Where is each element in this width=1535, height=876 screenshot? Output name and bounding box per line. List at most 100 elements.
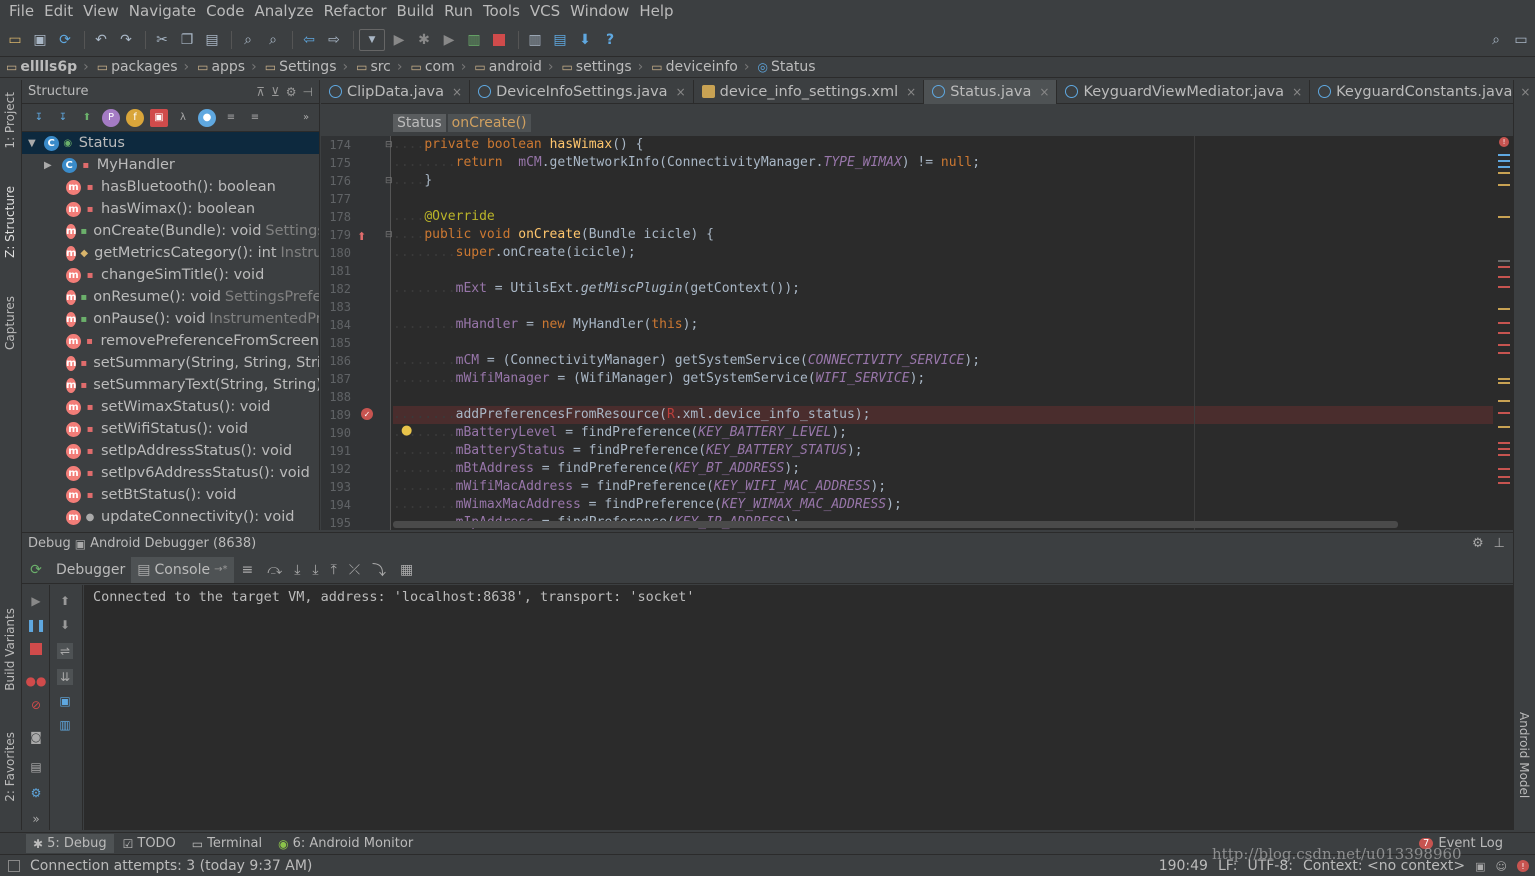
tree-item[interactable]: m ▪ onResume(): void SettingsPrefer [22, 286, 319, 308]
sort-alpha-icon[interactable]: ↧ [54, 109, 72, 127]
resume-icon[interactable]: ▶ [28, 593, 44, 609]
console-output[interactable]: Connected to the target VM, address: 'lo… [84, 585, 1513, 830]
force-step-into-icon[interactable]: ⤓ [312, 562, 318, 578]
autoscroll-to-source-icon[interactable]: ≡ [222, 109, 240, 127]
tree-item[interactable]: m ▪ hasWimax(): boolean [22, 198, 319, 220]
build-variants-tool-tab[interactable]: Build Variants [3, 608, 17, 691]
code-line[interactable]: ........mWifiMacAddress = findPreference… [393, 478, 1493, 496]
show-fields-icon[interactable]: f [126, 108, 144, 127]
close-icon[interactable]: × [1292, 85, 1302, 99]
print-icon[interactable]: ▣ [57, 693, 73, 709]
redo-icon[interactable]: ↷ [115, 29, 137, 51]
close-icon[interactable]: × [452, 85, 462, 99]
drop-frame-icon[interactable]: ⤫ [349, 562, 360, 578]
menu-vcs[interactable]: VCS [525, 2, 565, 20]
intention-bulb-icon[interactable]: ● [401, 423, 412, 438]
status-message[interactable]: Connection attempts: 3 (today 9:37 AM) [30, 858, 312, 874]
code-line[interactable] [393, 388, 1493, 406]
code-line[interactable]: ........mHandler = new MyHandler(this); [393, 316, 1493, 334]
view-breakpoints-icon[interactable]: ●● [26, 673, 47, 689]
coverage-icon[interactable]: ▶ [438, 29, 460, 51]
bottom-tab[interactable]: ☑ TODO [116, 834, 183, 853]
error-indicator-icon[interactable]: ! [1499, 137, 1509, 147]
error-stripe-mark[interactable] [1498, 216, 1510, 218]
forward-icon[interactable]: ⇨ [323, 29, 345, 51]
error-stripe-mark[interactable] [1498, 448, 1510, 450]
code-line[interactable]: ........mBatteryLevel = findPreference(K… [393, 424, 1493, 442]
tree-item[interactable]: m ▪ hasBluetooth(): boolean [22, 176, 319, 198]
group-inherited-icon[interactable]: ⬆ [78, 109, 96, 127]
code-line[interactable]: ........addPreferencesFromResource(R.xml… [393, 406, 1493, 424]
menu-help[interactable]: Help [634, 2, 678, 20]
evaluate-icon[interactable]: ▦ [400, 562, 413, 578]
sync-icon[interactable]: ⟳ [54, 29, 76, 51]
breadcrumb-item[interactable]: ▭ settings › [561, 59, 643, 75]
tree-item[interactable]: m ◆ getMetricsCategory(): int Instru [22, 242, 319, 264]
error-stripe-mark[interactable] [1498, 482, 1510, 484]
tree-item[interactable]: m ▪ setIpv6AddressStatus(): void [22, 462, 319, 484]
status-toggle-icon[interactable] [8, 859, 20, 872]
editor-gutter[interactable]: 174 175 176 177 178 179 180 181 182 183 184 185 186 1… [321, 136, 393, 530]
error-stripe-mark[interactable] [1498, 352, 1510, 354]
collapse-icon[interactable]: ⊼ [256, 85, 265, 99]
editor-tab[interactable]: KeyguardViewMediator.java × [1057, 79, 1311, 104]
code-line[interactable] [393, 334, 1493, 352]
error-stripe-mark[interactable] [1498, 154, 1510, 156]
menu-build[interactable]: Build [392, 2, 440, 20]
bottom-tab[interactable]: ▭ Terminal [185, 834, 269, 853]
mute-breakpoints-icon[interactable]: ⊘ [28, 697, 44, 713]
favorites-tool-tab[interactable]: 2: Favorites [3, 732, 17, 802]
code-line[interactable]: ........super.onCreate(icicle); [393, 244, 1493, 262]
copy-icon[interactable]: ❐ [176, 29, 198, 51]
autoscroll-from-source-icon[interactable]: ≡ [246, 109, 264, 127]
show-properties-icon[interactable]: P [102, 108, 120, 127]
tree-item[interactable]: m ▪ setSummary(String, String, Strin [22, 352, 319, 374]
menu-window[interactable]: Window [565, 2, 634, 20]
code-line[interactable] [393, 190, 1493, 208]
hide-panel-icon[interactable]: ⊥ [1494, 536, 1505, 551]
tree-item[interactable]: m ● updateConnectivity(): void [22, 506, 319, 528]
gear-icon[interactable]: ⚙ [286, 85, 297, 99]
debug-session-tab[interactable]: Android Debugger (8638) [90, 536, 256, 551]
avd-manager-icon[interactable]: ▥ [524, 29, 546, 51]
android-model-tool-tab[interactable]: Android Model [1517, 712, 1531, 798]
maximize-icon[interactable]: ▭ [1510, 29, 1532, 51]
up-arrow-icon[interactable]: ⬆ [57, 593, 73, 609]
run-to-cursor-icon[interactable]: ⤵ [372, 560, 386, 580]
caret-position[interactable]: 190:49 [1159, 858, 1208, 874]
close-icon[interactable]: × [906, 85, 916, 99]
pause-icon[interactable]: ❚❚ [26, 617, 46, 633]
tree-item[interactable]: ▶ C ▪ MyHandler [22, 154, 319, 176]
error-stripe-mark[interactable] [1498, 412, 1510, 414]
error-stripe-mark[interactable] [1498, 184, 1510, 186]
structure-tool-tab[interactable]: Z: Structure [3, 186, 17, 258]
restore-layout-icon[interactable]: ▤ [28, 759, 44, 775]
menu-tools[interactable]: Tools [478, 2, 525, 20]
show-non-public-icon[interactable]: ▣ [150, 108, 168, 127]
show-execution-point-icon[interactable]: ≡ [242, 562, 254, 578]
sort-visibility-icon[interactable]: ↧ [30, 109, 48, 127]
gear-icon[interactable]: ⚙ [1472, 536, 1484, 551]
error-stripe-mark[interactable] [1498, 172, 1510, 174]
error-stripe-mark[interactable] [1498, 276, 1510, 278]
debug-icon[interactable]: ✱ [413, 29, 435, 51]
tab-debugger[interactable]: Debugger [50, 557, 131, 583]
override-marker-icon[interactable]: ⬆ [357, 230, 366, 243]
code-line[interactable]: ........mExt = UtilsExt.getMiscPlugin(ge… [393, 280, 1493, 298]
captures-tool-tab[interactable]: Captures [3, 296, 17, 350]
run-config-dropdown[interactable]: ▼ [359, 29, 385, 51]
expand-arrow-icon[interactable]: ▶ [44, 160, 52, 171]
breadcrumb-item[interactable]: ▭ com › [411, 59, 467, 75]
error-stripe-mark[interactable] [1498, 378, 1510, 380]
menu-edit[interactable]: Edit [39, 2, 78, 20]
breadcrumb-item[interactable]: ▭ elllls6p › [6, 59, 89, 75]
code-line[interactable]: ........mWimaxMacAddress = findPreferenc… [393, 496, 1493, 514]
expand-arrow-icon[interactable]: ▼ [28, 138, 36, 149]
scroll-to-end-icon[interactable]: ⇊ [57, 669, 73, 685]
get-thread-dump-icon[interactable]: ◙ [28, 729, 44, 745]
code-editor[interactable]: 174 175 176 177 178 179 180 181 182 183 184 185 186 1… [321, 136, 1513, 530]
tree-item[interactable]: m ▪ setBtStatus(): void [22, 484, 319, 506]
error-stripe-mark[interactable] [1498, 308, 1510, 310]
cut-icon[interactable]: ✂ [151, 29, 173, 51]
editor-tab[interactable]: DeviceInfoSettings.java × [470, 79, 694, 104]
